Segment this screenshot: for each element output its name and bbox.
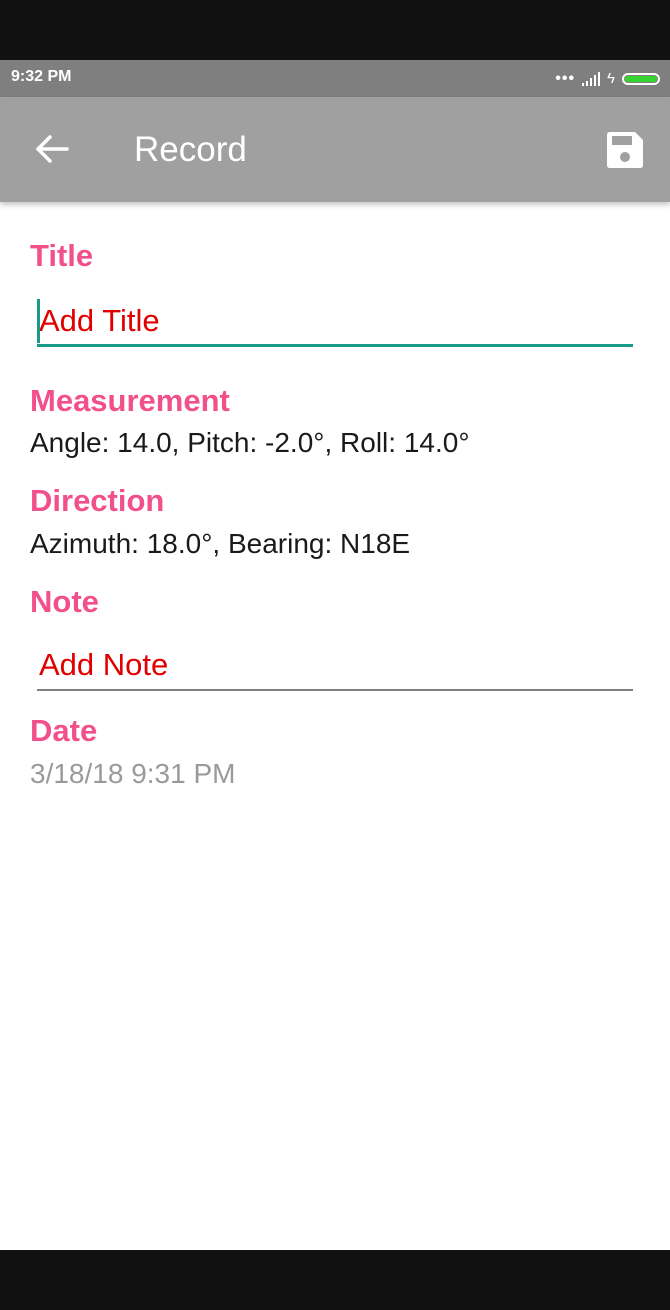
- title-field[interactable]: [37, 297, 633, 347]
- date-label: Date: [30, 713, 98, 748]
- status-bar: 9:32 PM ••• ϟ: [0, 60, 670, 97]
- title-label: Title: [30, 238, 94, 273]
- text-cursor: [37, 299, 40, 343]
- back-button[interactable]: [30, 129, 74, 169]
- measurement-label: Measurement: [30, 383, 230, 418]
- navigation-bar-area: [0, 1250, 670, 1310]
- measurement-value: Angle: 14.0, Pitch: -2.0°, Roll: 14.0°: [30, 427, 470, 458]
- battery-level: [625, 76, 657, 82]
- top-system-area: [0, 0, 670, 60]
- direction-value: Azimuth: 18.0°, Bearing: N18E: [30, 528, 411, 559]
- charging-icon: ϟ: [607, 70, 615, 87]
- direction-label: Direction: [30, 483, 165, 518]
- date-value: 3/18/18 9:31 PM: [30, 758, 236, 789]
- status-time: 9:32 PM: [11, 68, 72, 85]
- floppy-disk-icon: [607, 132, 643, 168]
- more-dots-icon: •••: [555, 70, 576, 87]
- signal-icon: [582, 72, 601, 86]
- status-icons: ••• ϟ: [555, 69, 660, 89]
- app-bar: Record: [0, 97, 670, 202]
- note-input[interactable]: [37, 641, 633, 689]
- save-button[interactable]: [600, 125, 650, 175]
- note-label: Note: [30, 584, 99, 619]
- battery-icon: [622, 73, 660, 85]
- arrow-left-icon: [36, 135, 69, 163]
- page-title: Record: [134, 130, 247, 169]
- title-input[interactable]: [37, 297, 633, 345]
- note-field[interactable]: [37, 641, 633, 691]
